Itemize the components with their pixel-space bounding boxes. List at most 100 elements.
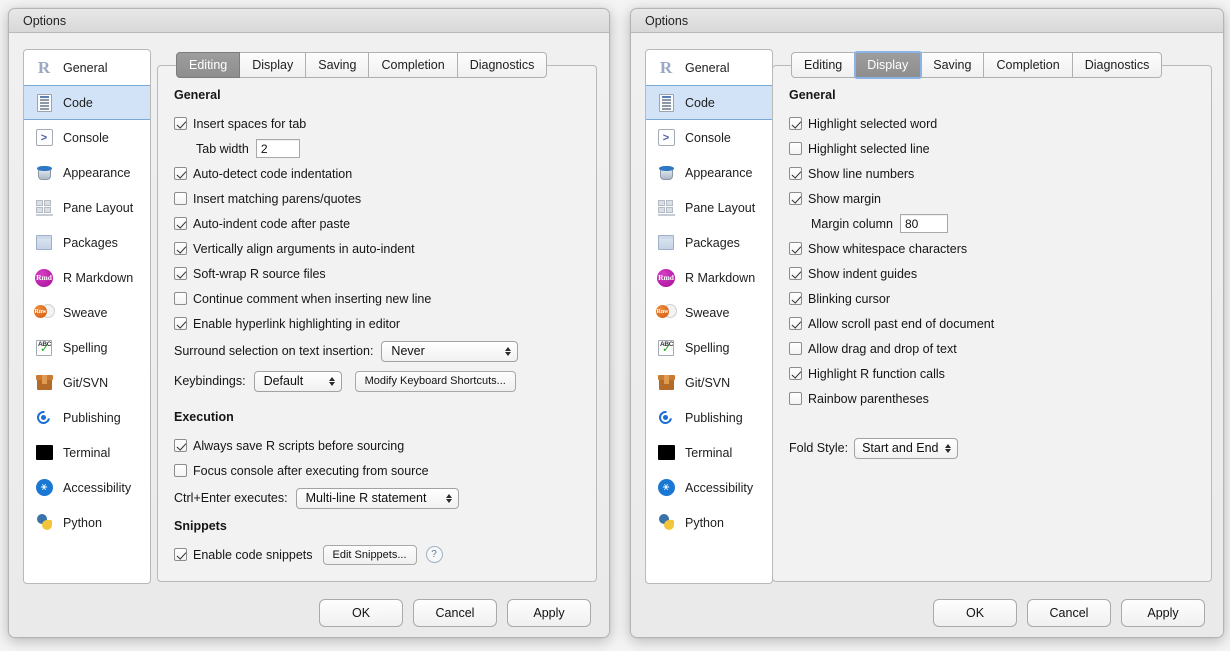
checkbox-highlight-r-function-calls[interactable] [789, 367, 802, 380]
sidebar-item-appearance[interactable]: Appearance [646, 155, 772, 190]
setting-highlight-r-function-calls[interactable]: Highlight R function calls [789, 361, 1193, 386]
margin-column-input[interactable]: 80 [899, 214, 948, 233]
sidebar-item-python[interactable]: Python [24, 505, 150, 540]
setting-insert-spaces-for-tab[interactable]: Insert spaces for tab [174, 111, 578, 136]
setting-margin-column[interactable]: Margin column 80 [789, 211, 1193, 236]
edit-snippets-button[interactable]: Edit Snippets... [322, 544, 417, 565]
checkbox-continue-comment[interactable] [174, 292, 187, 305]
checkbox-insert-matching-parens[interactable] [174, 192, 187, 205]
setting-drag-and-drop[interactable]: Allow drag and drop of text [789, 336, 1193, 361]
checkbox-show-margin[interactable] [789, 192, 802, 205]
setting-insert-matching-parens[interactable]: Insert matching parens/quotes [174, 186, 578, 211]
checkbox-show-indent-guides[interactable] [789, 267, 802, 280]
sidebar-item-r-markdown[interactable]: Rmd R Markdown [24, 260, 150, 295]
sidebar-item-console[interactable]: > Console [646, 120, 772, 155]
setting-soft-wrap-r-source[interactable]: Soft-wrap R source files [174, 261, 578, 286]
sidebar[interactable]: R General Code > Console Appearance Pane… [23, 49, 151, 584]
sidebar-item-packages[interactable]: Packages [24, 225, 150, 260]
tab-display[interactable]: Display [240, 52, 307, 78]
sidebar-item-pane-layout[interactable]: Pane Layout [646, 190, 772, 225]
checkbox-show-whitespace[interactable] [789, 242, 802, 255]
setting-continue-comment[interactable]: Continue comment when inserting new line [174, 286, 578, 311]
sidebar[interactable]: R General Code > Console Appearance Pane… [645, 49, 773, 584]
sidebar-item-console[interactable]: > Console [24, 120, 150, 155]
checkbox-show-line-numbers[interactable] [789, 167, 802, 180]
checkbox-soft-wrap-r-source[interactable] [174, 267, 187, 280]
setting-highlight-selected-line[interactable]: Highlight selected line [789, 136, 1193, 161]
tab-diagnostics[interactable]: Diagnostics [457, 52, 548, 78]
sidebar-item-packages[interactable]: Packages [646, 225, 772, 260]
tab-width-input[interactable]: 2 [255, 139, 300, 158]
tab-display[interactable]: Display [854, 51, 923, 79]
checkbox-blinking-cursor[interactable] [789, 292, 802, 305]
setting-show-whitespace[interactable]: Show whitespace characters [789, 236, 1193, 261]
ok-button[interactable]: OK [319, 599, 403, 627]
setting-always-save-before-sourcing[interactable]: Always save R scripts before sourcing [174, 433, 578, 458]
checkbox-rainbow-parentheses[interactable] [789, 392, 802, 405]
sidebar-item-sweave[interactable]: Rnw Sweave [646, 295, 772, 330]
sidebar-item-publishing[interactable]: Publishing [24, 400, 150, 435]
keybindings-dropdown[interactable]: Default [253, 370, 342, 392]
setting-keybindings[interactable]: Keybindings: Default Modify Keyboard Sho… [174, 366, 578, 396]
sidebar-item-accessibility[interactable]: ⚹ Accessibility [24, 470, 150, 505]
sidebar-item-sweave[interactable]: Rnw Sweave [24, 295, 150, 330]
checkbox-focus-console-after-exec[interactable] [174, 464, 187, 477]
sidebar-item-code[interactable]: Code [646, 85, 772, 120]
apply-button[interactable]: Apply [507, 599, 591, 627]
sidebar-item-python[interactable]: Python [646, 505, 772, 540]
setting-highlight-selected-word[interactable]: Highlight selected word [789, 111, 1193, 136]
checkbox-drag-and-drop[interactable] [789, 342, 802, 355]
setting-hyperlink-highlighting[interactable]: Enable hyperlink highlighting in editor [174, 311, 578, 336]
setting-rainbow-parentheses[interactable]: Rainbow parentheses [789, 386, 1193, 411]
checkbox-hyperlink-highlighting[interactable] [174, 317, 187, 330]
setting-ctrl-enter-executes[interactable]: Ctrl+Enter executes: Multi-line R statem… [174, 483, 578, 513]
fold-style-dropdown[interactable]: Start and End [854, 437, 958, 459]
sidebar-item-terminal[interactable]: Terminal [24, 435, 150, 470]
sidebar-item-git-svn[interactable]: Git/SVN [24, 365, 150, 400]
tab-editing[interactable]: Editing [176, 52, 241, 78]
checkbox-scroll-past-end[interactable] [789, 317, 802, 330]
cancel-button[interactable]: Cancel [413, 599, 497, 627]
setting-enable-code-snippets[interactable]: Enable code snippets Edit Snippets... ? [174, 542, 578, 567]
checkbox-auto-indent-after-paste[interactable] [174, 217, 187, 230]
sidebar-item-publishing[interactable]: Publishing [646, 400, 772, 435]
sidebar-item-spelling[interactable]: ABC ✓ Spelling [24, 330, 150, 365]
sidebar-item-pane-layout[interactable]: Pane Layout [24, 190, 150, 225]
setting-show-indent-guides[interactable]: Show indent guides [789, 261, 1193, 286]
modify-keyboard-shortcuts-button[interactable]: Modify Keyboard Shortcuts... [354, 370, 516, 392]
setting-surround-selection[interactable]: Surround selection on text insertion: Ne… [174, 336, 578, 366]
setting-scroll-past-end[interactable]: Allow scroll past end of document [789, 311, 1193, 336]
checkbox-insert-spaces-for-tab[interactable] [174, 117, 187, 130]
checkbox-vertically-align-arguments[interactable] [174, 242, 187, 255]
help-question-icon[interactable]: ? [425, 546, 443, 563]
setting-focus-console-after-exec[interactable]: Focus console after executing from sourc… [174, 458, 578, 483]
setting-vertically-align-arguments[interactable]: Vertically align arguments in auto-inden… [174, 236, 578, 261]
setting-auto-detect-indentation[interactable]: Auto-detect code indentation [174, 161, 578, 186]
surround-selection-dropdown[interactable]: Never [381, 340, 519, 362]
setting-blinking-cursor[interactable]: Blinking cursor [789, 286, 1193, 311]
cancel-button[interactable]: Cancel [1027, 599, 1111, 627]
setting-tab-width[interactable]: Tab width 2 [174, 136, 578, 161]
tab-saving[interactable]: Saving [921, 52, 985, 78]
checkbox-highlight-selected-word[interactable] [789, 117, 802, 130]
ok-button[interactable]: OK [933, 599, 1017, 627]
sidebar-item-code[interactable]: Code [24, 85, 150, 120]
sidebar-item-general[interactable]: R General [646, 50, 772, 85]
apply-button[interactable]: Apply [1121, 599, 1205, 627]
sidebar-item-accessibility[interactable]: ⚹ Accessibility [646, 470, 772, 505]
setting-fold-style[interactable]: Fold Style: Start and End [789, 433, 1193, 463]
tab-saving[interactable]: Saving [306, 52, 370, 78]
sidebar-item-r-markdown[interactable]: Rmd R Markdown [646, 260, 772, 295]
sidebar-item-terminal[interactable]: Terminal [646, 435, 772, 470]
tab-completion[interactable]: Completion [984, 52, 1073, 78]
setting-auto-indent-after-paste[interactable]: Auto-indent code after paste [174, 211, 578, 236]
sidebar-item-appearance[interactable]: Appearance [24, 155, 150, 190]
tab-editing[interactable]: Editing [791, 52, 856, 78]
ctrl-enter-dropdown[interactable]: Multi-line R statement [295, 487, 459, 509]
sidebar-item-spelling[interactable]: ABC ✓ Spelling [646, 330, 772, 365]
checkbox-auto-detect-indentation[interactable] [174, 167, 187, 180]
tab-completion[interactable]: Completion [369, 52, 458, 78]
sidebar-item-git-svn[interactable]: Git/SVN [646, 365, 772, 400]
setting-show-margin[interactable]: Show margin [789, 186, 1193, 211]
tab-diagnostics[interactable]: Diagnostics [1072, 52, 1163, 78]
